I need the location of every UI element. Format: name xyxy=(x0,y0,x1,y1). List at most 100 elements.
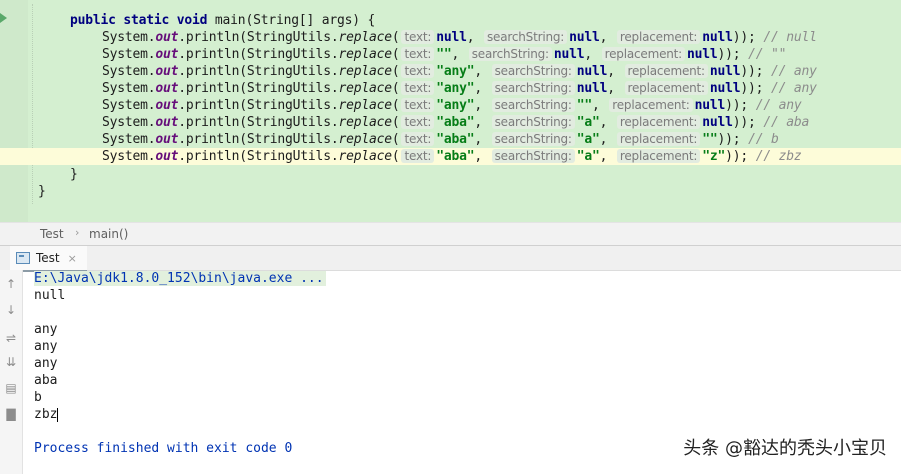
open-paren: ( xyxy=(391,64,400,79)
param-hint-replacement: replacement: xyxy=(624,81,708,95)
param-hint-search: searchString: xyxy=(484,30,568,44)
fold-guide xyxy=(32,4,34,204)
console-output-line: null xyxy=(34,288,66,303)
tab-run-test[interactable]: Test × xyxy=(10,246,87,272)
println-call: .println(StringUtils. xyxy=(178,64,339,79)
replace-method: replace xyxy=(338,149,392,164)
code-comment: // b xyxy=(748,132,779,147)
println-call: .println(StringUtils. xyxy=(178,98,339,113)
close-icon[interactable]: × xyxy=(68,252,77,265)
arg-text: "any" xyxy=(436,64,475,79)
replace-method: replace xyxy=(338,47,392,62)
method-params: (String[] args) { xyxy=(245,13,376,28)
run-config-icon xyxy=(16,252,30,264)
out-field: out xyxy=(155,64,179,79)
arg-replacement: null xyxy=(694,98,726,113)
param-hint-text: text: xyxy=(401,149,435,163)
println-call: .println(StringUtils. xyxy=(178,30,339,45)
console-output-line: any xyxy=(34,356,58,371)
open-paren: ( xyxy=(391,98,400,113)
param-hint-replacement: replacement: xyxy=(616,30,701,44)
param-hint-search: searchString: xyxy=(491,149,575,163)
code-line-replace-call[interactable]: System.out.println(StringUtils.replace(t… xyxy=(102,131,779,148)
arg-text: "" xyxy=(436,47,452,62)
closing-brace-inner: } xyxy=(70,167,78,182)
param-hint-replacement: replacement: xyxy=(601,47,686,61)
code-line-replace-call[interactable]: System.out.println(StringUtils.replace(t… xyxy=(102,114,809,131)
arg-search: "a" xyxy=(576,149,600,164)
replace-method: replace xyxy=(338,98,392,113)
arg-replacement: null xyxy=(687,47,718,62)
code-line-replace-call[interactable]: System.out.println(StringUtils.replace(t… xyxy=(102,46,786,63)
system-ref: System. xyxy=(102,132,156,147)
out-field: out xyxy=(155,115,179,130)
trash-icon[interactable]: ▇ xyxy=(3,406,19,422)
run-gutter-icon[interactable] xyxy=(0,13,7,23)
arg-replacement: "" xyxy=(702,132,718,147)
up-arrow-icon[interactable]: ↑ xyxy=(3,276,19,292)
text-caret xyxy=(57,407,59,422)
param-hint-search: searchString: xyxy=(491,81,575,95)
code-comment: // any xyxy=(770,64,817,79)
open-paren: ( xyxy=(391,47,400,62)
arg-text: "aba" xyxy=(436,132,475,147)
param-hint-search: searchString: xyxy=(491,98,575,112)
open-paren: ( xyxy=(391,81,400,96)
arg-text: "any" xyxy=(436,81,475,96)
arg-search: null xyxy=(576,81,608,96)
code-comment: // aba xyxy=(763,115,810,130)
code-line-replace-call[interactable]: System.out.println(StringUtils.replace(t… xyxy=(102,63,817,80)
breadcrumb-separator: › xyxy=(75,226,80,239)
arg-replacement: null xyxy=(709,81,741,96)
soft-wrap-icon[interactable]: ⇌ xyxy=(3,330,19,346)
console-output-line: aba xyxy=(34,373,58,388)
method-name: main xyxy=(214,13,246,28)
param-hint-text: text: xyxy=(401,115,435,129)
println-call: .println(StringUtils. xyxy=(178,115,339,130)
code-line-replace-call[interactable]: System.out.println(StringUtils.replace(t… xyxy=(102,80,817,97)
println-call: .println(StringUtils. xyxy=(178,47,339,62)
param-hint-search: searchString: xyxy=(491,64,575,78)
arg-text: null xyxy=(436,30,467,45)
arg-text: "any" xyxy=(436,98,475,113)
code-comment: // null xyxy=(763,30,817,45)
method-signature-line[interactable]: public static void main(String[] args) { xyxy=(70,12,375,29)
arg-search: null xyxy=(576,64,608,79)
print-icon[interactable]: ▤ xyxy=(3,380,19,396)
param-hint-text: text: xyxy=(401,81,435,95)
code-comment: // any xyxy=(770,81,817,96)
system-ref: System. xyxy=(102,98,156,113)
closing-brace-outer: } xyxy=(38,184,46,199)
arg-text: "aba" xyxy=(436,149,475,164)
watermark: 头条 @豁达的秃头小宝贝 xyxy=(683,438,887,459)
println-call: .println(StringUtils. xyxy=(178,149,339,164)
breadcrumb-item-test[interactable]: Test xyxy=(40,227,64,241)
code-line-replace-call[interactable]: System.out.println(StringUtils.replace(t… xyxy=(102,29,817,46)
system-ref: System. xyxy=(102,64,156,79)
code-editor[interactable]: public static void main(String[] args) {… xyxy=(0,0,901,222)
arg-search: "a" xyxy=(576,115,600,130)
down-arrow-icon[interactable]: ↓ xyxy=(3,302,19,318)
param-hint-replacement: replacement: xyxy=(624,64,708,78)
breadcrumb-item-main[interactable]: main() xyxy=(89,227,128,241)
out-field: out xyxy=(155,30,179,45)
system-ref: System. xyxy=(102,81,156,96)
code-line-replace-call[interactable]: System.out.println(StringUtils.replace(t… xyxy=(0,148,901,165)
arg-search: null xyxy=(553,47,585,62)
scroll-to-end-icon[interactable]: ⇊ xyxy=(3,354,19,370)
param-hint-search: searchString: xyxy=(491,115,575,129)
param-hint-text: text: xyxy=(401,47,435,61)
code-line-replace-call[interactable]: System.out.println(StringUtils.replace(t… xyxy=(102,97,802,114)
out-field: out xyxy=(155,149,179,164)
run-window-header: Test × xyxy=(0,245,901,272)
system-ref: System. xyxy=(102,115,156,130)
code-comment: // any xyxy=(755,98,802,113)
editor-gutter[interactable] xyxy=(0,0,28,222)
arg-replacement: null xyxy=(709,64,741,79)
open-paren: ( xyxy=(391,30,400,45)
param-hint-text: text: xyxy=(401,64,435,78)
run-toolbar: ↑ ↓ ⇌ ⇊ ▤ ▇ xyxy=(0,270,23,474)
replace-method: replace xyxy=(338,132,392,147)
open-paren: ( xyxy=(391,132,400,147)
println-call: .println(StringUtils. xyxy=(178,81,339,96)
